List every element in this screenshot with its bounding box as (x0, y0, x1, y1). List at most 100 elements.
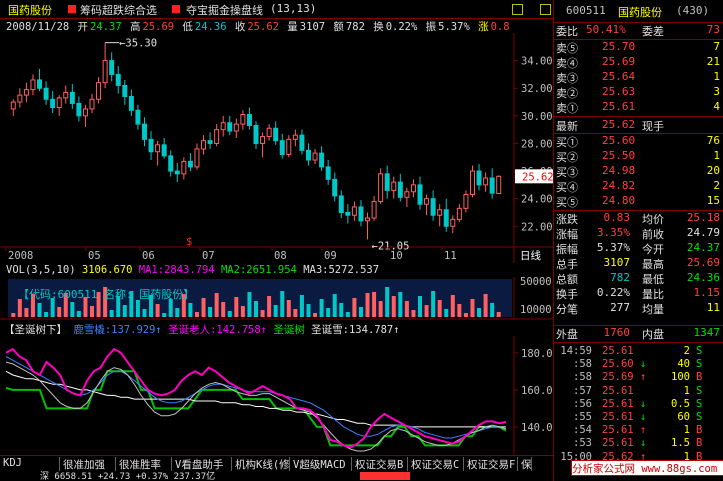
indicator-tab[interactable]: KDJ (0, 457, 60, 471)
candle-body (17, 94, 23, 103)
candle-body (115, 73, 121, 86)
weibi-row: 委比 50.41% 委差 73 (554, 23, 723, 38)
candle-body (279, 140, 285, 155)
stat-row: 换手 0.22% 量比 1.15 (554, 286, 723, 301)
tick-volume: 1 (683, 424, 690, 437)
restore-icon[interactable] (540, 4, 551, 15)
volume-bar (201, 298, 206, 317)
tick-volume: 1 (683, 384, 690, 397)
volume-bar (404, 301, 409, 317)
candle-body (410, 184, 416, 193)
tick-side: B (696, 424, 703, 437)
ma3-value: 5272.537 (328, 264, 380, 276)
stat-row: 分笔 277 均量 11 (554, 301, 723, 316)
waipan-row: 外盘 1760 内盘 1347 (554, 326, 723, 341)
candle-body (201, 140, 207, 150)
event-marker: $ (186, 236, 192, 248)
tick-time: :54 (573, 424, 592, 437)
maximize-icon[interactable] (512, 4, 523, 15)
volume-bar (286, 300, 291, 317)
stat-label-2: 前收 (642, 228, 664, 241)
stat-label-2: 量比 (642, 288, 664, 301)
volume-bar (280, 291, 285, 317)
stat-value: 782 (610, 271, 630, 284)
sell-level-row: 卖⑤ 25.70 7 (554, 40, 723, 55)
indicator-tab[interactable]: 权证交易B (352, 457, 408, 471)
status-red-bar (360, 472, 410, 480)
candle-body (319, 152, 325, 168)
candle-body (450, 218, 456, 227)
candle-body (37, 79, 43, 89)
indicator-tab[interactable]: 权证交易C (408, 457, 464, 471)
candle-body (56, 97, 62, 109)
sell-level-label: 卖① (556, 102, 578, 115)
stat-value-2: 11 (706, 301, 720, 314)
indicator-chart[interactable]: 180.00 160.00 140.00 (0, 336, 553, 455)
sell-level-row: 卖③ 25.64 1 (554, 70, 723, 85)
candle-body (148, 138, 154, 153)
chart-title-bar: 国药股份 筹码超跌综合选 夺宝掘金操盘线 (13,13) (0, 0, 553, 19)
indicator-tab[interactable]: 保 (518, 457, 532, 471)
candle-body (299, 134, 305, 151)
candlestick-chart[interactable]: 34.0032.0030.0028.0026.0024.0022.00←35.3… (0, 33, 553, 263)
candle-body (63, 91, 69, 99)
candle-body (292, 134, 298, 140)
volume-bar (175, 308, 180, 317)
volume-bar (365, 293, 370, 317)
candle-body (266, 127, 272, 138)
last-price: 25.62 (602, 118, 636, 131)
amount-value: 782 (345, 21, 365, 33)
indicator-toggle-icon-2[interactable] (172, 5, 180, 13)
tick-time: :55 (573, 411, 592, 423)
tick-arrow-icon: ↓ (640, 411, 647, 423)
candle-body (122, 84, 128, 98)
volume-bar (391, 296, 396, 317)
stat-label: 总额 (556, 273, 578, 286)
xianshou-label: 现手 (642, 120, 664, 133)
candle-body (214, 129, 220, 144)
stat-value: 0.22% (596, 286, 630, 299)
tick-side: S (696, 358, 703, 371)
line2-arrow-icon: ↑ (260, 324, 267, 336)
y-tick-label: 22.00 (521, 221, 553, 233)
tick-time: 14:59 (560, 345, 592, 357)
low-label: 低 (182, 21, 193, 33)
stock-count: (430) (676, 4, 710, 17)
volume-bar (90, 306, 94, 317)
low-value: 24.36 (194, 21, 227, 33)
volume-bar (339, 303, 344, 317)
indicator-tab[interactable]: 权证交易F (464, 457, 518, 471)
volume-bar (457, 304, 462, 317)
volume-bar (450, 295, 455, 317)
indicator-name-1[interactable]: 筹码超跌综合选 (80, 2, 157, 18)
stock-name-title[interactable]: 国药股份 (8, 2, 52, 18)
volume-header: VOL(3,5,10) 3106.670 MA1:2843.794 MA2:26… (6, 264, 516, 277)
candle-body (181, 160, 187, 175)
stat-value: 277 (610, 301, 630, 314)
line4-arrow-icon: ↑ (393, 324, 400, 336)
volume-bar (424, 305, 429, 317)
stat-row: 涨跌 0.83 均价 25.18 (554, 211, 723, 226)
indicator-tab[interactable]: 很准胜率 (116, 457, 172, 471)
volume-bar (398, 292, 403, 317)
change-value: 0.8 (490, 21, 510, 33)
indicator-toggle-icon[interactable] (68, 5, 76, 13)
indicator-tab[interactable]: 很准加强 (60, 457, 116, 471)
ma1-label: MA1: (138, 264, 165, 276)
candle-body (489, 177, 495, 194)
indicator-tab[interactable]: V看盘助手 (172, 457, 232, 471)
volume-bar (444, 309, 449, 317)
sell-level-label: 卖③ (556, 72, 578, 85)
candle-body (246, 113, 252, 127)
period-label: 日线 (520, 249, 541, 262)
ohlc-info-line: 2008/11/28 开 24.37 高 25.69 低 24.36 收 25.62 量… (6, 19, 514, 33)
stat-value-2: 25.69 (686, 256, 720, 269)
indicator-tab[interactable]: V超级MACD (290, 457, 352, 471)
indicator-name-2[interactable]: 夺宝掘金操盘线 (186, 2, 263, 18)
line2-value: 142.758 (216, 324, 261, 336)
x-axis-label: 07 (202, 250, 215, 262)
candle-body (273, 127, 279, 142)
tick-price: 25.61 (602, 384, 634, 397)
indicator-tab[interactable]: 机构K线(修 (232, 457, 290, 471)
candle-body (253, 125, 259, 144)
